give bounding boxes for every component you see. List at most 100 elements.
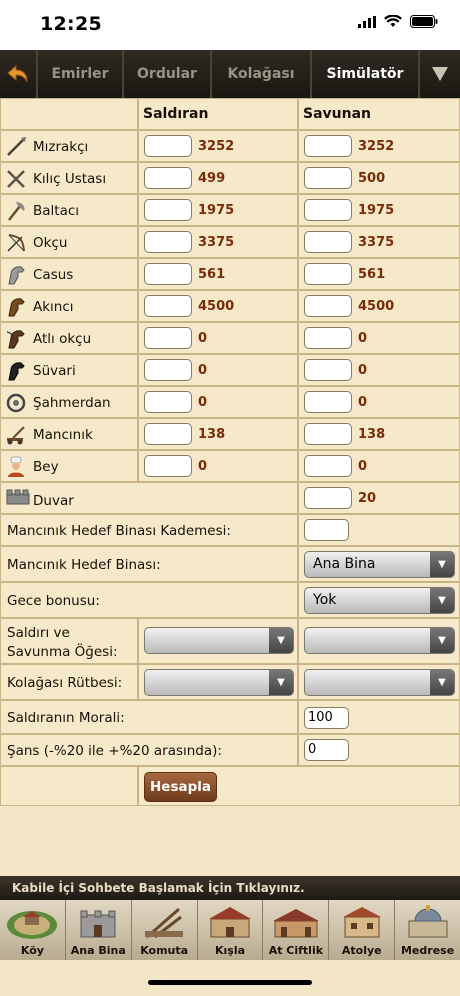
attacker-rank-select[interactable]: ▼ — [144, 669, 294, 696]
defender-input[interactable] — [304, 199, 352, 221]
defender-available[interactable]: 4500 — [358, 299, 394, 314]
luck-label: Şans (-%20 ile +%20 arasında): — [7, 743, 222, 759]
dock-item-academy[interactable]: Medrese — [395, 900, 460, 960]
tab-ordular[interactable]: Ordular — [124, 50, 212, 98]
attacker-input[interactable] — [144, 455, 192, 477]
heavy-cavalry-icon — [8, 362, 25, 381]
unit-name: Baltacı — [33, 203, 80, 219]
defender-available[interactable]: 3252 — [358, 139, 394, 154]
attacker-available[interactable]: 0 — [198, 459, 207, 474]
attacker-input[interactable] — [144, 263, 192, 285]
unit-row-mizrakci: Mızrakçı 3252 3252 — [0, 130, 460, 162]
dock-item-barracks[interactable]: Kışla — [198, 900, 264, 960]
dock-label: Atolye — [341, 944, 382, 957]
luck-input[interactable]: 0 — [304, 739, 349, 761]
unit-row-kilic-ustasi: Kılıç Ustası 499 500 — [0, 162, 460, 194]
dock-item-rally-point[interactable]: Komuta — [132, 900, 198, 960]
defender-available[interactable]: 0 — [358, 331, 367, 346]
back-button[interactable] — [0, 50, 38, 98]
attacker-available[interactable]: 561 — [198, 267, 225, 282]
defender-input[interactable] — [304, 167, 352, 189]
unit-name: Süvari — [33, 363, 76, 379]
catapult-target-value: Ana Bina — [313, 556, 376, 572]
tab-simulator[interactable]: Simülatör — [312, 50, 420, 98]
attacker-input[interactable] — [144, 231, 192, 253]
header-attacker: Saldıran — [138, 98, 298, 130]
defender-input[interactable] — [304, 391, 352, 413]
attacker-available[interactable]: 0 — [198, 395, 207, 410]
village-icon — [7, 911, 58, 939]
attacker-input[interactable] — [144, 295, 192, 317]
chevron-down-icon: ▼ — [430, 588, 454, 613]
defender-input[interactable] — [304, 135, 352, 157]
dock-label: Köy — [20, 944, 44, 957]
attacker-available[interactable]: 138 — [198, 427, 225, 442]
unit-row-casus: Casus 561 561 — [0, 258, 460, 290]
noble-icon — [8, 456, 24, 477]
defender-input[interactable] — [304, 327, 352, 349]
rank-row: Kolağası Rütbesi: ▼ ▼ — [0, 664, 460, 700]
attacker-available[interactable]: 499 — [198, 171, 225, 186]
defender-available[interactable]: 0 — [358, 363, 367, 378]
main-building-icon — [80, 910, 116, 938]
defender-input[interactable] — [304, 231, 352, 253]
chevron-down-icon: ▼ — [269, 670, 293, 695]
attacker-available[interactable]: 3375 — [198, 235, 234, 250]
unit-row-atli-okcu: Atlı okçu 0 0 — [0, 322, 460, 354]
attacker-input[interactable] — [144, 359, 192, 381]
defender-item-select[interactable]: ▼ — [304, 627, 455, 654]
attacker-available[interactable]: 4500 — [198, 299, 234, 314]
simulator-table: Saldıran Savunan Mızrakçı 3252 3252 Kılı… — [0, 98, 460, 806]
dock-item-village[interactable]: Köy — [0, 900, 66, 960]
attacker-available[interactable]: 0 — [198, 331, 207, 346]
attacker-item-select[interactable]: ▼ — [144, 627, 294, 654]
attacker-input[interactable] — [144, 423, 192, 445]
header-empty-cell — [0, 98, 138, 130]
attacker-input[interactable] — [144, 327, 192, 349]
defender-rank-select[interactable]: ▼ — [304, 669, 455, 696]
calculate-button[interactable]: Hesapla — [144, 772, 217, 802]
dock-item-stable[interactable]: At Ciftlik — [263, 900, 330, 960]
defender-input[interactable] — [304, 423, 352, 445]
battery-icon — [410, 15, 438, 28]
defender-available[interactable]: 138 — [358, 427, 385, 442]
home-indicator[interactable] — [148, 980, 312, 985]
defender-available[interactable]: 500 — [358, 171, 385, 186]
attacker-input[interactable] — [144, 199, 192, 221]
defender-input[interactable] — [304, 359, 352, 381]
attacker-input[interactable] — [144, 391, 192, 413]
dock-item-workshop[interactable]: Atolye — [329, 900, 396, 960]
tab-emirler[interactable]: Emirler — [38, 50, 124, 98]
dock-item-main-building[interactable]: Ana Bina — [66, 900, 132, 960]
tribe-chat-bar[interactable]: Kabile İçi Sohbete Başlamak İçin Tıklayı… — [0, 876, 460, 900]
catapult-target-select[interactable]: Ana Bina ▼ — [304, 551, 455, 578]
status-icons — [358, 15, 438, 28]
defender-input[interactable] — [304, 295, 352, 317]
defender-available[interactable]: 1975 — [358, 203, 394, 218]
defender-input[interactable] — [304, 455, 352, 477]
attacker-input[interactable] — [144, 167, 192, 189]
menu-dropdown-button[interactable] — [420, 50, 460, 98]
defender-input[interactable] — [304, 263, 352, 285]
attacker-input[interactable] — [144, 135, 192, 157]
attacker-available[interactable]: 0 — [198, 363, 207, 378]
attacker-available[interactable]: 1975 — [198, 203, 234, 218]
unit-name: Mancınık — [33, 427, 93, 443]
workshop-icon — [342, 907, 381, 938]
tab-kolagasi[interactable]: Kolağası — [212, 50, 312, 98]
unit-row-mancinik: Mancınık 138 138 — [0, 418, 460, 450]
light-cavalry-icon — [8, 298, 25, 317]
morale-label: Saldıranın Morali: — [7, 710, 125, 726]
defender-available[interactable]: 3375 — [358, 235, 394, 250]
defender-available[interactable]: 0 — [358, 395, 367, 410]
wall-level-input[interactable] — [304, 487, 352, 509]
night-bonus-select[interactable]: Yok ▼ — [304, 587, 455, 614]
catapult-level-input[interactable] — [304, 519, 349, 541]
defender-available[interactable]: 561 — [358, 267, 385, 282]
defender-available[interactable]: 0 — [358, 459, 367, 474]
catapult-target-label: Mancınık Hedef Binası: — [7, 557, 161, 573]
morale-input[interactable]: 100 — [304, 707, 349, 729]
catapult-icon — [7, 426, 25, 445]
attacker-available[interactable]: 3252 — [198, 139, 234, 154]
top-navbar: Emirler Ordular Kolağası Simülatör — [0, 50, 460, 98]
